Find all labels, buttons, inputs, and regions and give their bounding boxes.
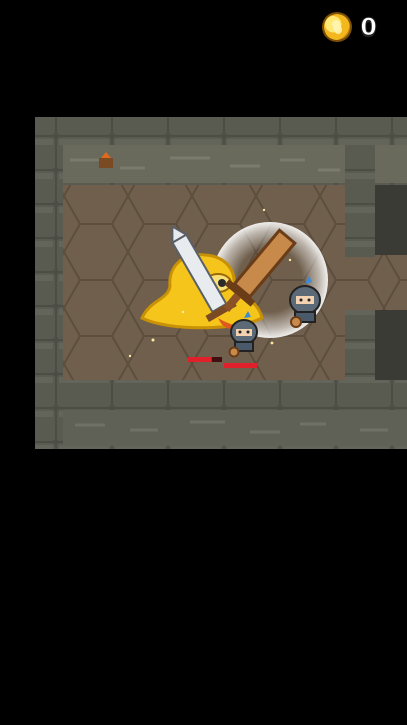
hero-health-bar <box>224 363 257 368</box>
game-scene[interactable] <box>0 0 407 725</box>
right-wall-lower <box>345 310 375 390</box>
doorway-floor <box>353 255 407 310</box>
right-wall-upper <box>345 117 375 257</box>
boss-health-bar <box>188 357 222 362</box>
